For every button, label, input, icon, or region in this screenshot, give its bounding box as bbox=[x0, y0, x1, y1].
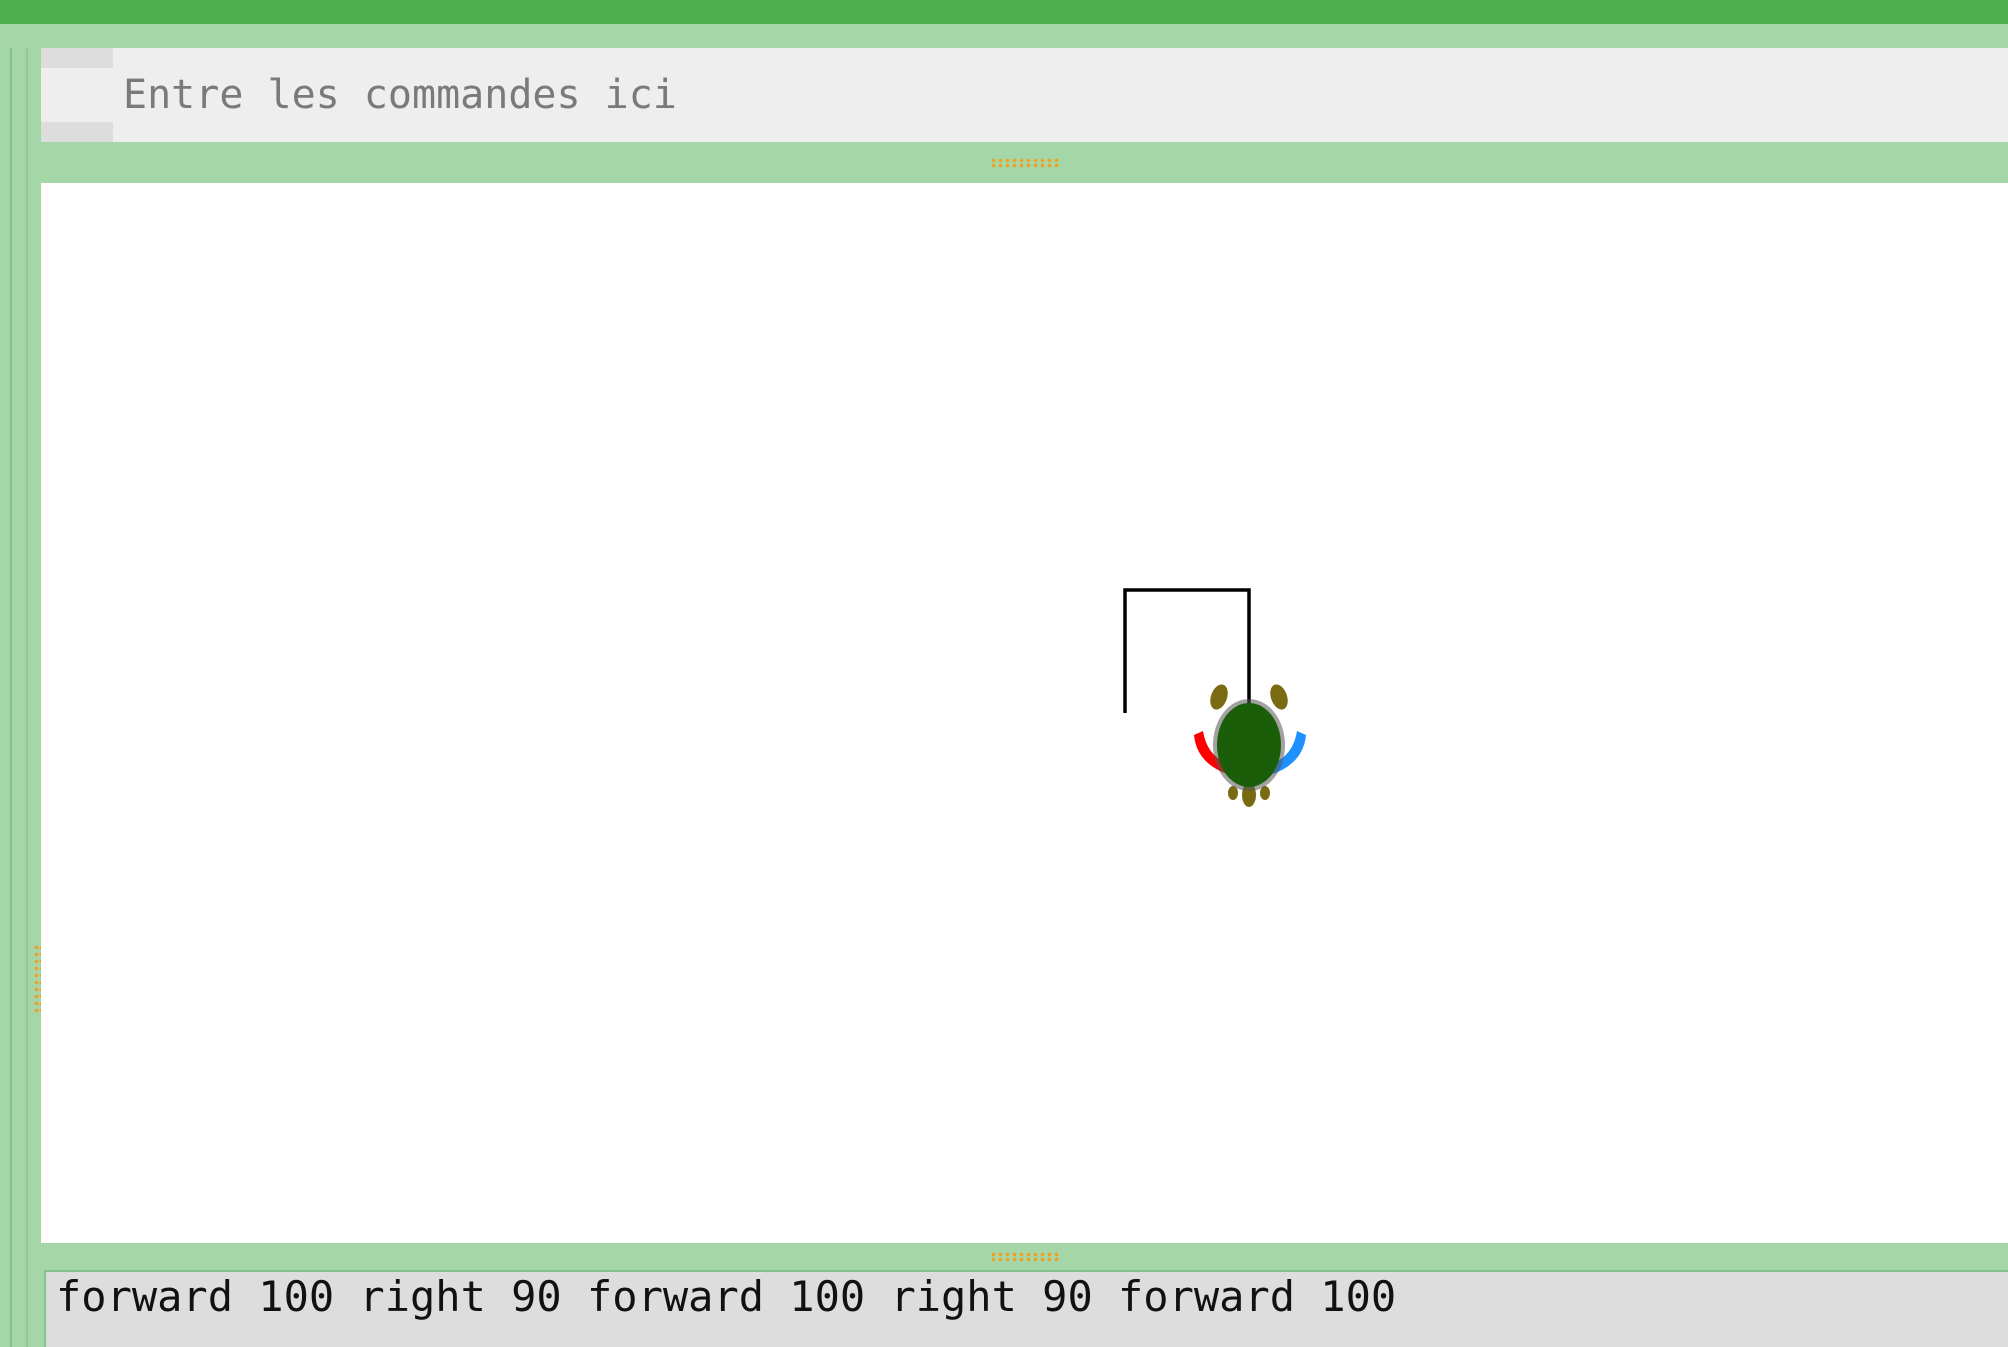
command-input[interactable] bbox=[123, 68, 1983, 122]
top-bar bbox=[0, 0, 2008, 24]
turtle-trail bbox=[1123, 588, 1251, 713]
gutter-bottom-marker bbox=[41, 122, 113, 142]
top-splitter-grip[interactable] bbox=[989, 158, 1060, 168]
gutter-top-marker bbox=[41, 48, 113, 68]
turtle-icon bbox=[1194, 684, 1306, 807]
turtle-front-left-leg bbox=[1210, 684, 1228, 710]
left-frame-edge bbox=[0, 48, 12, 1347]
turtle-shell bbox=[1217, 703, 1281, 787]
top-horizontal-splitter[interactable] bbox=[41, 143, 2008, 183]
command-history-panel[interactable]: forward 100 right 90 forward 100 right 9… bbox=[44, 1270, 2008, 1347]
line-number-gutter bbox=[41, 48, 113, 142]
drawing-surface bbox=[1123, 588, 1306, 807]
trail-path bbox=[1123, 588, 1251, 713]
turtle-front-right-leg bbox=[1270, 684, 1288, 710]
vertical-splitter[interactable] bbox=[12, 48, 44, 1347]
turtle-app: forward 100 right 90 forward 100 right 9… bbox=[0, 0, 2008, 1347]
bottom-splitter-grip[interactable] bbox=[989, 1251, 1060, 1262]
turtle-canvas[interactable] bbox=[41, 183, 2008, 1243]
command-panel bbox=[41, 48, 2008, 142]
bottom-horizontal-splitter[interactable] bbox=[41, 1243, 2008, 1270]
command-history-text: forward 100 right 90 forward 100 right 9… bbox=[56, 1272, 1397, 1321]
